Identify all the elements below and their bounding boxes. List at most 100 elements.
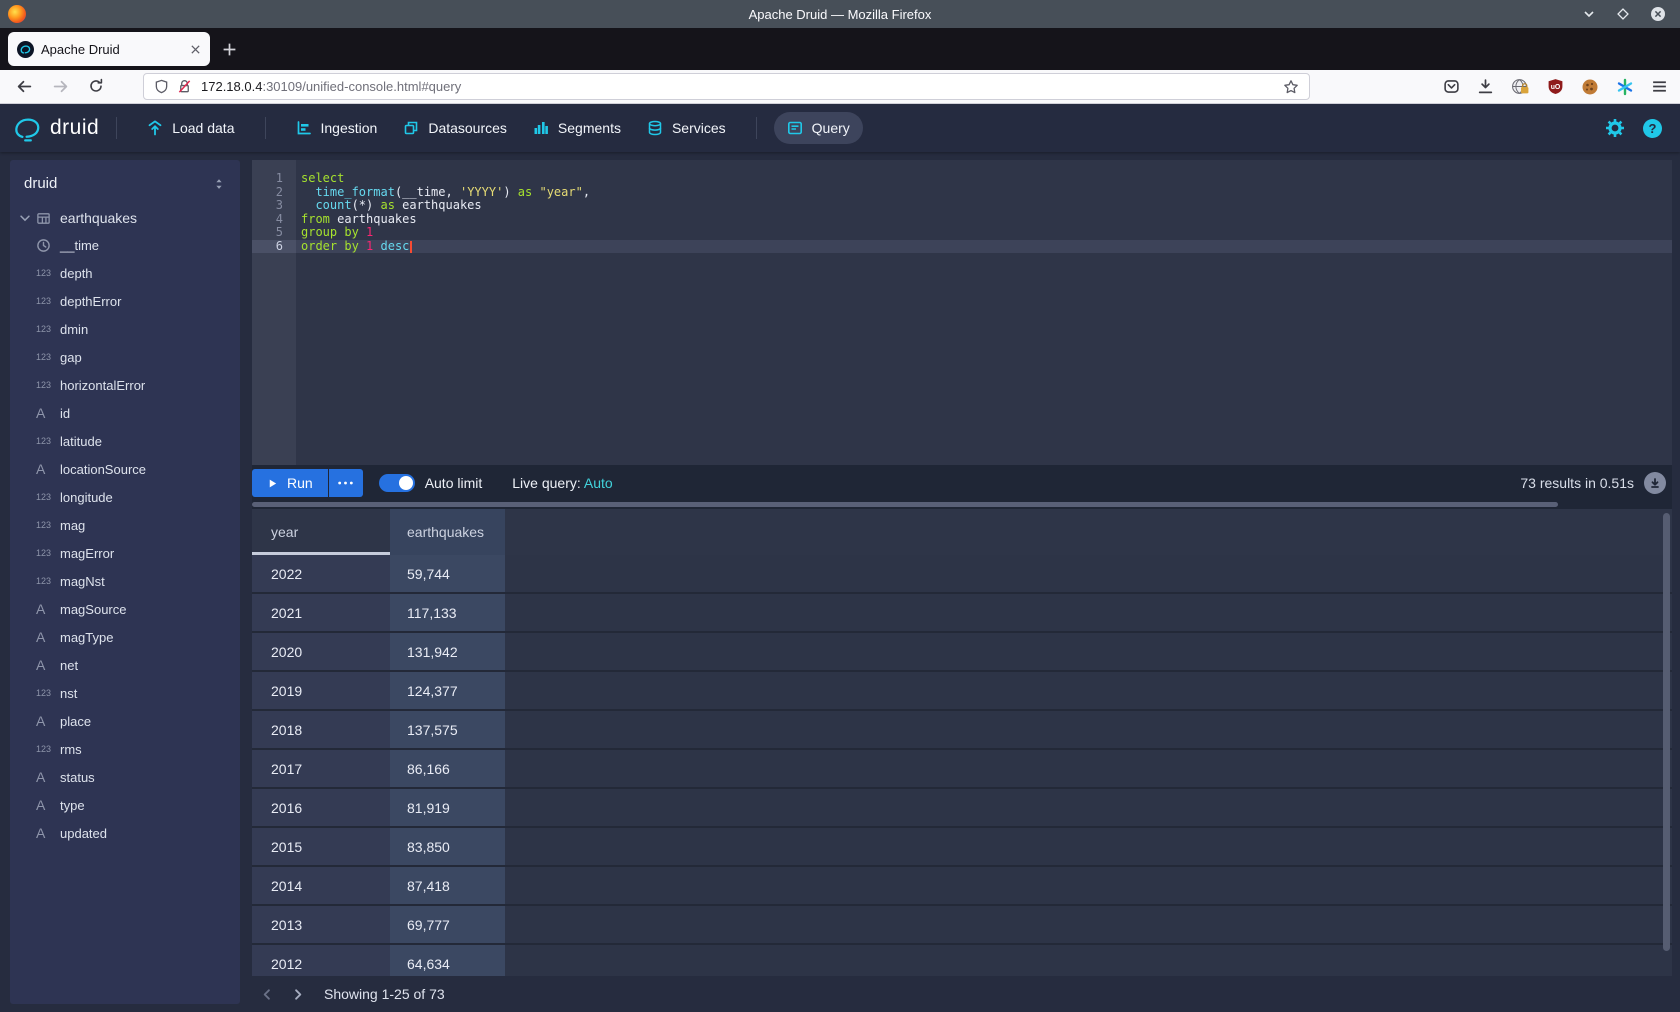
table-row[interactable]: 201786,166 <box>252 750 1672 789</box>
column-header-year[interactable]: year <box>252 509 390 555</box>
previous-page-button[interactable] <box>252 987 282 1002</box>
schema-column-rms[interactable]: 123rms <box>10 735 240 763</box>
url-text[interactable]: 172.18.0.4:30109/unified-console.html#qu… <box>201 79 461 94</box>
window-close-icon[interactable] <box>1650 6 1666 22</box>
cell-earthquakes: 137,575 <box>390 711 505 748</box>
schema-table-earthquakes[interactable]: earthquakes <box>10 205 240 231</box>
schema-column-longitude[interactable]: 123longitude <box>10 483 240 511</box>
editor-code-line[interactable]: group by 1 <box>296 226 1672 240</box>
browser-toolbar: 172.18.0.4:30109/unified-console.html#qu… <box>0 70 1680 104</box>
ublock-origin-icon[interactable]: uO <box>1547 78 1564 95</box>
nav-item-datasources[interactable]: Datasources <box>390 112 520 144</box>
cookie-extension-icon[interactable] <box>1581 78 1599 96</box>
new-tab-button[interactable] <box>222 42 237 57</box>
schema-column-label: nst <box>60 686 77 701</box>
editor-gutter: 123456 <box>252 160 296 465</box>
live-query-control[interactable]: Live query: Auto <box>512 475 612 491</box>
nav-item-ingestion[interactable]: Ingestion <box>283 112 391 144</box>
forward-button[interactable] <box>52 78 69 95</box>
schema-column-dmin[interactable]: 123dmin <box>10 315 240 343</box>
results-table-body: 202259,7442021117,1332020131,9422019124,… <box>252 555 1672 1012</box>
run-button[interactable]: Run <box>252 469 328 497</box>
nav-item-segments[interactable]: Segments <box>520 112 634 144</box>
browser-tab-apache-druid[interactable]: Apache Druid <box>8 32 210 66</box>
pocket-icon[interactable] <box>1443 78 1460 95</box>
schema-column-net[interactable]: Anet <box>10 651 240 679</box>
help-icon[interactable]: ? <box>1643 119 1662 138</box>
reload-button[interactable] <box>88 78 104 94</box>
tab-close-icon[interactable] <box>190 44 201 55</box>
bookmark-star-icon[interactable] <box>1283 79 1299 95</box>
schema-column-status[interactable]: Astatus <box>10 763 240 791</box>
sql-token: time_format <box>315 185 394 199</box>
druid-brand[interactable]: druid <box>14 114 99 142</box>
editor-line-number: 6 <box>252 240 296 254</box>
schema-column-magNst[interactable]: 123magNst <box>10 567 240 595</box>
download-results-button[interactable] <box>1644 472 1666 494</box>
schema-column-latitude[interactable]: 123latitude <box>10 427 240 455</box>
schema-column-magType[interactable]: AmagType <box>10 623 240 651</box>
sort-double-caret-icon[interactable] <box>212 177 226 191</box>
table-row[interactable]: 201681,919 <box>252 789 1672 828</box>
editor-code-line[interactable]: count(*) as earthquakes <box>296 199 1672 213</box>
downloads-icon[interactable] <box>1477 78 1494 95</box>
editor-code-line[interactable]: from earthquakes <box>296 213 1672 227</box>
next-page-button[interactable] <box>282 987 312 1002</box>
window-shade-icon[interactable] <box>1582 7 1596 21</box>
schema-column-horizontalError[interactable]: 123horizontalError <box>10 371 240 399</box>
url-bar[interactable]: 172.18.0.4:30109/unified-console.html#qu… <box>143 73 1310 100</box>
schema-column-magError[interactable]: 123magError <box>10 539 240 567</box>
table-row[interactable]: 202259,744 <box>252 555 1672 594</box>
schema-column-mag[interactable]: 123mag <box>10 511 240 539</box>
auto-limit-toggle[interactable] <box>379 474 415 492</box>
play-icon <box>267 478 278 489</box>
results-vertical-scrollbar[interactable] <box>1663 513 1670 951</box>
run-more-button[interactable] <box>329 469 363 497</box>
table-row[interactable]: 201369,777 <box>252 906 1672 945</box>
nav-item-load-data[interactable]: Load data <box>134 112 247 144</box>
schema-column-gap[interactable]: 123gap <box>10 343 240 371</box>
schema-column-locationSource[interactable]: AlocationSource <box>10 455 240 483</box>
back-button[interactable] <box>16 78 33 95</box>
schema-column-updated[interactable]: Aupdated <box>10 819 240 847</box>
editor-code-line[interactable]: order by 1 desc <box>296 240 1672 254</box>
schema-column-type[interactable]: Atype <box>10 791 240 819</box>
window-maximize-icon[interactable] <box>1616 7 1630 21</box>
table-row[interactable]: 2018137,575 <box>252 711 1672 750</box>
table-row[interactable]: 2020131,942 <box>252 633 1672 672</box>
toggle-knob <box>399 476 413 490</box>
schema-column-magSource[interactable]: AmagSource <box>10 595 240 623</box>
schema-column-nst[interactable]: 123nst <box>10 679 240 707</box>
editor-code-line[interactable]: time_format(__time, 'YYYY') as "year", <box>296 186 1672 200</box>
sql-editor[interactable]: 123456 select time_format(__time, 'YYYY'… <box>252 160 1672 465</box>
schema-column-id[interactable]: Aid <box>10 399 240 427</box>
results-horizontal-scrollbar[interactable] <box>252 501 1672 509</box>
extension-privacy-icon[interactable] <box>1511 77 1530 96</box>
column-header-earthquakes[interactable]: earthquakes <box>390 509 505 555</box>
table-row[interactable]: 201583,850 <box>252 828 1672 867</box>
nav-item-query[interactable]: Query <box>774 112 863 144</box>
editor-code[interactable]: select time_format(__time, 'YYYY') as "y… <box>296 160 1672 465</box>
datasources-icon <box>403 120 419 136</box>
horizontal-scroll-thumb[interactable] <box>252 502 1558 507</box>
schema-column-__time[interactable]: __time <box>10 231 240 259</box>
editor-code-line[interactable]: select <box>296 172 1672 186</box>
schema-table-label: earthquakes <box>60 210 137 226</box>
schema-column-place[interactable]: Aplace <box>10 707 240 735</box>
tracking-shield-icon[interactable] <box>154 79 169 94</box>
schema-column-depthError[interactable]: 123depthError <box>10 287 240 315</box>
menu-hamburger-icon[interactable] <box>1651 78 1668 95</box>
insecure-lock-icon[interactable] <box>177 79 192 94</box>
colorful-extension-icon[interactable] <box>1616 78 1634 96</box>
settings-gear-icon[interactable] <box>1605 118 1625 138</box>
table-row[interactable]: 2019124,377 <box>252 672 1672 711</box>
sql-token: count <box>315 198 351 212</box>
table-row[interactable]: 201487,418 <box>252 867 1672 906</box>
string-type-icon: A <box>36 825 60 841</box>
chevron-down-icon[interactable] <box>18 211 36 225</box>
table-row[interactable]: 2021117,133 <box>252 594 1672 633</box>
nav-item-services[interactable]: Services <box>634 112 739 144</box>
live-query-value[interactable]: Auto <box>584 475 613 491</box>
schema-column-label: magNst <box>60 574 105 589</box>
schema-column-depth[interactable]: 123depth <box>10 259 240 287</box>
